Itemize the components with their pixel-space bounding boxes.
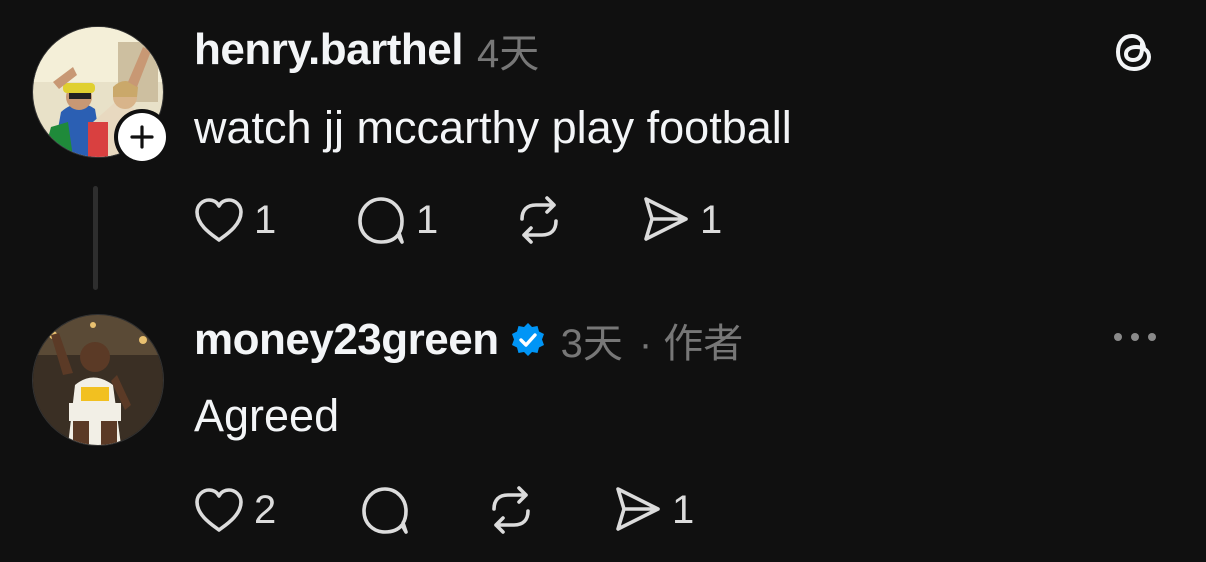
reply-button[interactable]: 1 xyxy=(354,192,512,248)
thread-connector-line xyxy=(93,186,98,290)
like-button[interactable]: 1 xyxy=(192,192,354,248)
repost-icon xyxy=(492,486,530,534)
repost-button[interactable] xyxy=(484,482,610,538)
share-icon xyxy=(616,487,660,531)
post-actions: 1 1 1 xyxy=(192,192,738,248)
repost-button[interactable] xyxy=(512,192,638,248)
share-button[interactable]: 1 xyxy=(638,192,738,248)
share-button[interactable]: 1 xyxy=(610,482,710,538)
more-options-icon[interactable] xyxy=(1110,322,1160,352)
username[interactable]: henry.barthel xyxy=(194,25,463,75)
share-count: 1 xyxy=(672,488,695,532)
like-button[interactable]: 2 xyxy=(192,482,358,538)
threads-reply-view: henry.barthel 4天 watch jj mccarthy play … xyxy=(0,0,1206,562)
like-count: 2 xyxy=(254,488,277,532)
post-header: henry.barthel 4天 xyxy=(194,22,539,78)
verified-badge-icon xyxy=(509,321,547,359)
like-count: 1 xyxy=(254,198,277,242)
repost-icon xyxy=(520,196,558,244)
author-label: · 作者 xyxy=(638,322,744,366)
follow-button[interactable] xyxy=(114,109,170,165)
heart-icon xyxy=(195,488,243,532)
post-header: money23green 3天 · 作者 xyxy=(194,312,743,368)
reply-button[interactable] xyxy=(358,482,484,538)
post-time: 3天 xyxy=(560,322,623,366)
post-time: 4天 xyxy=(476,32,540,76)
plus-icon xyxy=(118,113,166,161)
post-text: watch jj mccarthy play football xyxy=(194,102,792,153)
reply-count: 1 xyxy=(416,198,439,242)
username[interactable]: money23green xyxy=(194,315,499,365)
threads-logo-icon[interactable] xyxy=(1108,26,1160,78)
share-icon xyxy=(644,197,688,241)
post-text: Agreed xyxy=(194,390,340,441)
comment-icon xyxy=(358,197,404,244)
post-actions: 2 1 xyxy=(192,482,710,538)
share-count: 1 xyxy=(700,198,723,242)
avatar-money23green[interactable] xyxy=(32,314,164,446)
comment-icon xyxy=(362,487,408,534)
heart-icon xyxy=(195,198,243,242)
